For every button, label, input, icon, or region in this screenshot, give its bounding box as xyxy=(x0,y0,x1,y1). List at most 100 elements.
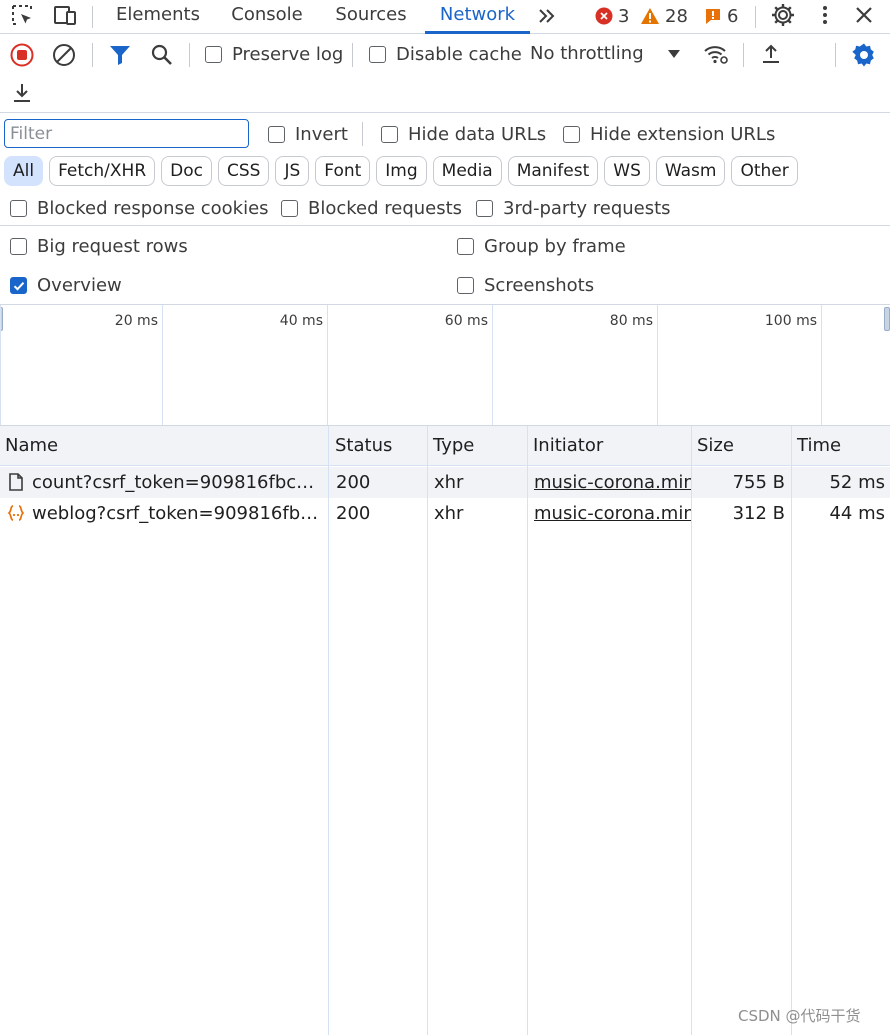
throttling-select[interactable]: No throttling xyxy=(530,43,644,64)
table-row[interactable]: count?csrf_token=909816fbcc8... 200 xhr … xyxy=(0,467,890,498)
column-header-size[interactable]: Size xyxy=(692,426,734,466)
column-header-name[interactable]: Name xyxy=(0,426,58,466)
issue-icon xyxy=(706,9,720,24)
screenshots-checkbox[interactable]: Screenshots xyxy=(457,275,594,296)
table-row[interactable]: weblog?csrf_token=909816fbcc... 200 xhr … xyxy=(0,498,890,529)
type-filter-all[interactable]: All xyxy=(4,156,44,186)
checkbox-box[interactable] xyxy=(205,46,222,63)
cell-time: 44 ms xyxy=(829,503,885,524)
type-filter-media[interactable]: Media xyxy=(432,156,502,186)
group-by-frame-label: Group by frame xyxy=(484,236,626,257)
checkbox-box[interactable] xyxy=(476,200,493,217)
type-filter-wasm[interactable]: Wasm xyxy=(655,156,726,186)
preserve-log-checkbox[interactable]: Preserve log xyxy=(205,44,343,65)
checkbox-box[interactable] xyxy=(369,46,386,63)
network-overview-timeline[interactable]: 20 ms 40 ms 60 ms 80 ms 100 ms xyxy=(0,305,890,426)
search-icon[interactable] xyxy=(150,43,174,67)
overview-tick-label: 100 ms xyxy=(764,313,817,329)
device-toolbar-icon[interactable] xyxy=(52,3,78,29)
column-header-status[interactable]: Status xyxy=(330,426,392,466)
network-toolbar: Preserve log Disable cache No throttling xyxy=(0,35,890,113)
column-divider[interactable] xyxy=(527,426,528,1035)
issues-count-badge[interactable]: 6 xyxy=(704,4,738,28)
resource-type-filters: All Fetch/XHR Doc CSS JS Font Img Media … xyxy=(4,156,798,186)
checkbox-box[interactable] xyxy=(457,277,474,294)
overview-gridline xyxy=(821,305,822,425)
filter-bar: Invert Hide data URLs Hide extension URL… xyxy=(0,114,890,226)
blocked-requests-label: Blocked requests xyxy=(308,198,463,219)
type-filter-img[interactable]: Img xyxy=(376,156,427,186)
type-filter-other[interactable]: Other xyxy=(731,156,798,186)
type-filter-ws[interactable]: WS xyxy=(604,156,650,186)
network-settings-gear-icon[interactable] xyxy=(851,42,877,68)
export-har-icon[interactable] xyxy=(10,81,34,105)
disable-cache-label: Disable cache xyxy=(396,44,522,65)
checkbox-box[interactable] xyxy=(457,238,474,255)
tab-network[interactable]: Network xyxy=(425,0,530,34)
big-request-rows-checkbox[interactable]: Big request rows xyxy=(10,236,188,257)
json-brace-icon xyxy=(7,505,25,521)
error-count-badge[interactable]: 3 xyxy=(595,4,629,28)
cell-initiator-link[interactable]: music-corona.min. xyxy=(534,467,691,498)
checkbox-box[interactable] xyxy=(563,126,580,143)
cell-name[interactable]: count?csrf_token=909816fbcc8... xyxy=(32,467,324,498)
more-tabs-icon[interactable] xyxy=(535,4,559,28)
customize-menu-icon[interactable] xyxy=(813,3,837,27)
watermark-text: CSDN @代码干货 xyxy=(738,1007,861,1025)
checkbox-box[interactable] xyxy=(10,238,27,255)
cell-initiator-link[interactable]: music-corona.min. xyxy=(534,498,691,529)
network-conditions-icon[interactable] xyxy=(703,42,729,66)
overview-gridline xyxy=(657,305,658,425)
overview-right-handle[interactable] xyxy=(884,307,890,331)
blocked-requests-checkbox[interactable]: Blocked requests xyxy=(281,198,462,219)
overview-checkbox[interactable]: Overview xyxy=(10,275,122,296)
checkbox-box[interactable] xyxy=(10,200,27,217)
inspect-element-icon[interactable] xyxy=(10,3,36,29)
overview-gridline xyxy=(0,305,1,425)
tab-elements[interactable]: Elements xyxy=(108,0,208,34)
chevron-down-icon[interactable] xyxy=(666,47,682,61)
overview-label: Overview xyxy=(37,275,122,296)
blocked-response-cookies-checkbox[interactable]: Blocked response cookies xyxy=(10,198,269,219)
import-har-icon[interactable] xyxy=(759,42,783,66)
cell-size: 755 B xyxy=(732,472,785,493)
column-divider[interactable] xyxy=(691,426,692,1035)
checkbox-box[interactable] xyxy=(281,200,298,217)
hide-data-urls-checkbox[interactable]: Hide data URLs xyxy=(381,124,546,145)
checkbox-checked[interactable] xyxy=(10,277,27,294)
type-filter-doc[interactable]: Doc xyxy=(161,156,212,186)
invert-checkbox[interactable]: Invert xyxy=(268,124,348,145)
stop-recording-icon[interactable] xyxy=(10,43,34,67)
column-header-initiator[interactable]: Initiator xyxy=(528,426,603,466)
cell-name[interactable]: weblog?csrf_token=909816fbcc... xyxy=(32,498,324,529)
checkbox-box[interactable] xyxy=(381,126,398,143)
column-header-time[interactable]: Time xyxy=(792,426,841,466)
cell-type: xhr xyxy=(434,472,464,493)
settings-gear-icon[interactable] xyxy=(770,2,796,28)
tab-console[interactable]: Console xyxy=(222,0,312,34)
filter-input[interactable] xyxy=(4,119,249,148)
type-filter-fetch-xhr[interactable]: Fetch/XHR xyxy=(49,156,156,186)
type-filter-manifest[interactable]: Manifest xyxy=(507,156,599,186)
tab-sources[interactable]: Sources xyxy=(328,0,414,34)
type-filter-css[interactable]: CSS xyxy=(218,156,270,186)
column-divider[interactable] xyxy=(427,426,428,1035)
warning-count-badge[interactable]: 28 xyxy=(640,4,688,28)
screenshots-label: Screenshots xyxy=(484,275,595,296)
type-filter-font[interactable]: Font xyxy=(315,156,371,186)
type-filter-js[interactable]: JS xyxy=(275,156,310,186)
hide-extension-urls-checkbox[interactable]: Hide extension URLs xyxy=(563,124,775,145)
column-divider[interactable] xyxy=(791,426,792,1035)
overview-gridline xyxy=(492,305,493,425)
disable-cache-checkbox[interactable]: Disable cache xyxy=(369,44,522,65)
checkbox-box[interactable] xyxy=(268,126,285,143)
column-header-type[interactable]: Type xyxy=(428,426,474,466)
third-party-requests-checkbox[interactable]: 3rd-party requests xyxy=(476,198,671,219)
close-icon[interactable] xyxy=(852,3,876,27)
group-by-frame-checkbox[interactable]: Group by frame xyxy=(457,236,626,257)
clear-icon[interactable] xyxy=(52,43,76,67)
cell-type: xhr xyxy=(434,503,464,524)
column-divider[interactable] xyxy=(328,426,329,1035)
filter-funnel-icon[interactable] xyxy=(108,43,132,67)
tab-separator xyxy=(92,6,93,28)
